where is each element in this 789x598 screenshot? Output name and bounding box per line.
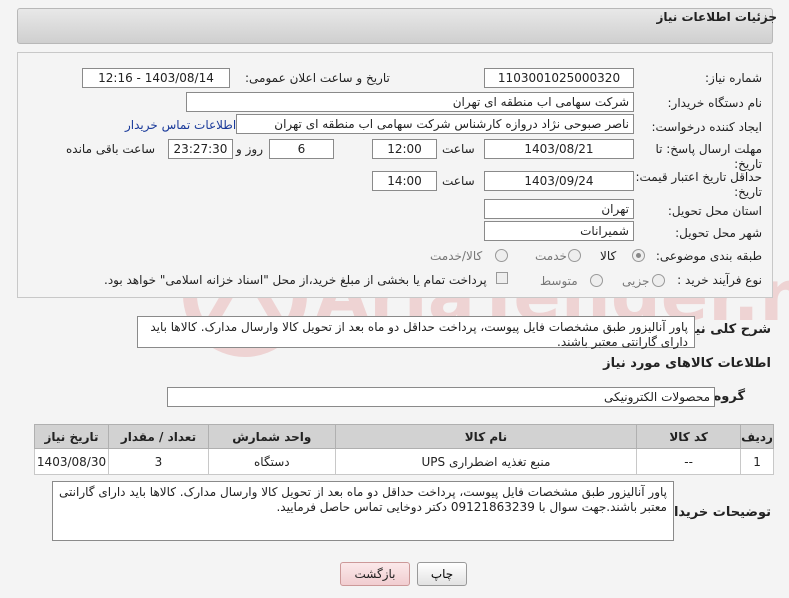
category-goods-service-label: کالا/خدمت — [430, 249, 483, 263]
price-validity-label: حداقل تاریخ اعتبار قیمت: تا — [624, 170, 762, 184]
reply-deadline-label: مهلت ارسال پاسخ: تا — [655, 142, 762, 156]
process-medium-radio[interactable] — [590, 274, 603, 287]
buyer-org-field[interactable]: شرکت سهامی اب منطقه ای تهران — [186, 92, 634, 112]
items-table-header: ردیف کد کالا نام کالا واحد شمارش تعداد /… — [33, 424, 774, 449]
need-number-label: شماره نیاز: — [705, 71, 762, 85]
reply-time-field[interactable]: 12:00 — [372, 139, 437, 159]
need-number-field[interactable]: 1103001025000320 — [484, 68, 634, 88]
creator-label: ایجاد کننده درخواست: — [651, 120, 762, 134]
buyer-contact-link[interactable]: اطلاعات تماس خریدار — [125, 118, 236, 132]
days-remaining-field[interactable]: 6 — [269, 139, 334, 159]
cell-unit: دستگاه — [207, 448, 336, 475]
category-label: طبقه بندی موضوعی: — [655, 249, 762, 263]
category-goods-label: کالا — [600, 249, 617, 263]
col-header-name: نام کالا — [334, 424, 638, 449]
price-validity-date-field[interactable]: 1403/09/24 — [484, 171, 634, 191]
creator-field[interactable]: ناصر صبوحی نژاد دروازه کارشناس شرکت سهام… — [236, 114, 634, 134]
treasury-payment-note: پرداخت تمام یا بخشی از مبلغ خرید،از محل … — [104, 273, 487, 287]
city-field[interactable]: شمیرانات — [484, 221, 634, 241]
buyer-notes-label: توضیحات خریدار: — [661, 505, 771, 520]
process-medium-label: متوسط — [540, 274, 578, 288]
print-button[interactable]: چاپ — [417, 562, 467, 586]
cell-date: 1403/08/30 — [33, 448, 110, 475]
days-label: روز و — [236, 142, 263, 156]
col-header-index: ردیف — [740, 424, 774, 449]
category-goods-radio[interactable] — [632, 249, 645, 262]
col-header-unit: واحد شمارش — [207, 424, 336, 449]
category-goods-service-radio[interactable] — [495, 249, 508, 262]
category-service-label: خدمت — [535, 249, 567, 263]
col-header-code: کد کالا — [636, 424, 742, 449]
price-validity-date-label: تاریخ: — [734, 185, 762, 199]
category-service-radio[interactable] — [568, 249, 581, 262]
remaining-time-field[interactable]: 23:27:30 — [168, 139, 233, 159]
col-header-date: تاریخ نیاز — [33, 424, 110, 449]
buyer-org-label: نام دستگاه خریدار: — [667, 96, 763, 110]
items-section-title: اطلاعات کالاهای مورد نیاز — [603, 356, 771, 371]
cell-name: منبع تغذیه اضطراری UPS — [334, 448, 638, 475]
process-partial-radio[interactable] — [652, 274, 665, 287]
city-label: شهر محل تحویل: — [675, 226, 762, 240]
buyer-notes-textarea[interactable]: پاور آنالیزور طبق مشخصات فایل پیوست، پرد… — [52, 481, 674, 541]
process-type-label: نوع فرآیند خرید : — [677, 273, 762, 287]
page-title: جزئیات اطلاعات نیاز — [656, 10, 777, 24]
announce-label: تاریخ و ساعت اعلان عمومی: — [245, 71, 390, 85]
items-table: ردیف کد کالا نام کالا واحد شمارش تعداد /… — [33, 424, 774, 475]
price-validity-time-label: ساعت — [442, 174, 475, 188]
province-label: استان محل تحویل: — [667, 204, 762, 218]
goods-group-field[interactable]: محصولات الکترونیکی — [167, 387, 715, 407]
reply-deadline-date-label: تاریخ: — [734, 157, 762, 171]
cell-code: -- — [636, 448, 742, 475]
cell-qty: 3 — [108, 448, 209, 475]
remaining-time-label: ساعت باقی مانده — [66, 142, 156, 156]
cell-index: 1 — [740, 448, 774, 475]
reply-date-field[interactable]: 1403/08/21 — [484, 139, 634, 159]
announce-datetime-field[interactable]: 1403/08/14 - 12:16 — [82, 68, 230, 88]
description-textarea[interactable]: پاور آنالیزور طبق مشخصات فایل پیوست، پرد… — [137, 316, 695, 349]
reply-time-label: ساعت — [442, 142, 475, 156]
province-field[interactable]: تهران — [484, 199, 634, 219]
process-partial-label: جزیی — [622, 274, 650, 288]
price-validity-time-field[interactable]: 14:00 — [372, 171, 437, 191]
table-row[interactable]: 1 -- منبع تغذیه اضطراری UPS دستگاه 3 140… — [33, 448, 774, 475]
treasury-payment-checkbox[interactable] — [496, 272, 508, 284]
back-button[interactable]: بازگشت — [340, 562, 410, 586]
col-header-qty: تعداد / مقدار — [108, 424, 209, 449]
